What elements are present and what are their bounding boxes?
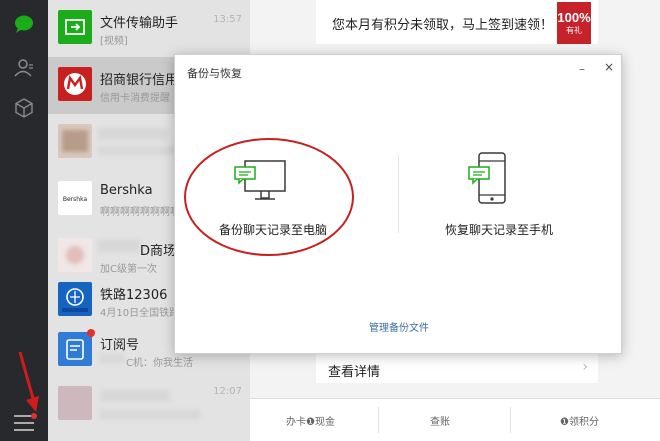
file-transfer-icon: [58, 10, 92, 44]
coupon-percent: 100%: [557, 10, 591, 25]
red-circle-annotation: [184, 138, 354, 256]
dialog-title: 备份与恢复: [187, 67, 242, 80]
close-button[interactable]: ×: [604, 60, 614, 74]
red-arrow-annotation: [18, 351, 39, 412]
chat-preview: 4月10日全国铁路: [100, 308, 180, 319]
chat-preview: [视频]: [100, 36, 128, 47]
blurred-preview-prefix: [100, 354, 124, 363]
minimize-button[interactable]: –: [579, 62, 585, 76]
chat-bubble-icon[interactable]: [12, 12, 36, 36]
blurred-name: [100, 390, 170, 402]
chat-item-file-transfer[interactable]: 文件传输助手 [视频] 13:57: [48, 0, 250, 57]
bottom-menu-bar: 办卡❶现金 查账 ❶领积分: [250, 398, 660, 441]
chat-name: Bershka: [100, 183, 153, 198]
chevron-right-icon: ›: [582, 359, 588, 375]
chat-time: 12:07: [213, 386, 242, 397]
blurred-name-prefix: [98, 240, 140, 252]
divider: [510, 407, 511, 433]
coupon-badge[interactable]: 100% 有礼: [557, 2, 591, 44]
bershka-logo: Bershka: [58, 181, 92, 215]
chat-item-blurred-2[interactable]: 12:07: [48, 376, 250, 433]
favorites-cube-icon[interactable]: [12, 96, 36, 120]
blurred-name: [98, 128, 168, 140]
divider: [378, 407, 379, 433]
avatar: [58, 386, 92, 420]
chat-name: 订阅号: [100, 338, 140, 353]
contacts-icon[interactable]: [12, 56, 36, 80]
banner-text: 您本月有积分未领取，马上签到速领！: [332, 18, 554, 33]
points-banner[interactable]: 您本月有积分未领取，马上签到速领！: [316, 0, 598, 44]
svg-text:Bershka: Bershka: [63, 196, 88, 203]
chat-preview: C机：你我生活: [126, 358, 193, 369]
left-sidebar: [0, 0, 48, 441]
divider: [398, 155, 399, 233]
chat-name: 铁路12306: [100, 288, 168, 303]
manage-backup-files-link[interactable]: 管理备份文件: [369, 319, 429, 334]
blurred-preview: [100, 410, 200, 419]
subscription-icon: [58, 329, 95, 366]
menu-apply-card[interactable]: 办卡❶现金: [286, 413, 335, 428]
avatar: [58, 238, 92, 272]
railway-logo: [58, 282, 92, 316]
chat-name: 文件传输助手: [100, 16, 179, 31]
chat-preview: 信用卡消费提醒: [100, 93, 170, 104]
coupon-gift: 有礼: [566, 26, 582, 35]
chat-name: D商场: [140, 244, 177, 259]
unread-dot: [87, 329, 95, 337]
details-label: 查看详情: [328, 365, 381, 380]
details-row[interactable]: 查看详情 ›: [316, 353, 598, 383]
phone-icon[interactable]: [459, 149, 515, 209]
chat-time: 13:57: [213, 14, 242, 25]
cmb-logo-icon: [58, 67, 92, 101]
menu-check-bill[interactable]: 查账: [430, 413, 450, 428]
restore-to-phone-option[interactable]: 恢复聊天记录至手机: [445, 221, 553, 238]
avatar: [58, 124, 92, 158]
menu-get-points[interactable]: ❶领积分: [560, 413, 599, 428]
